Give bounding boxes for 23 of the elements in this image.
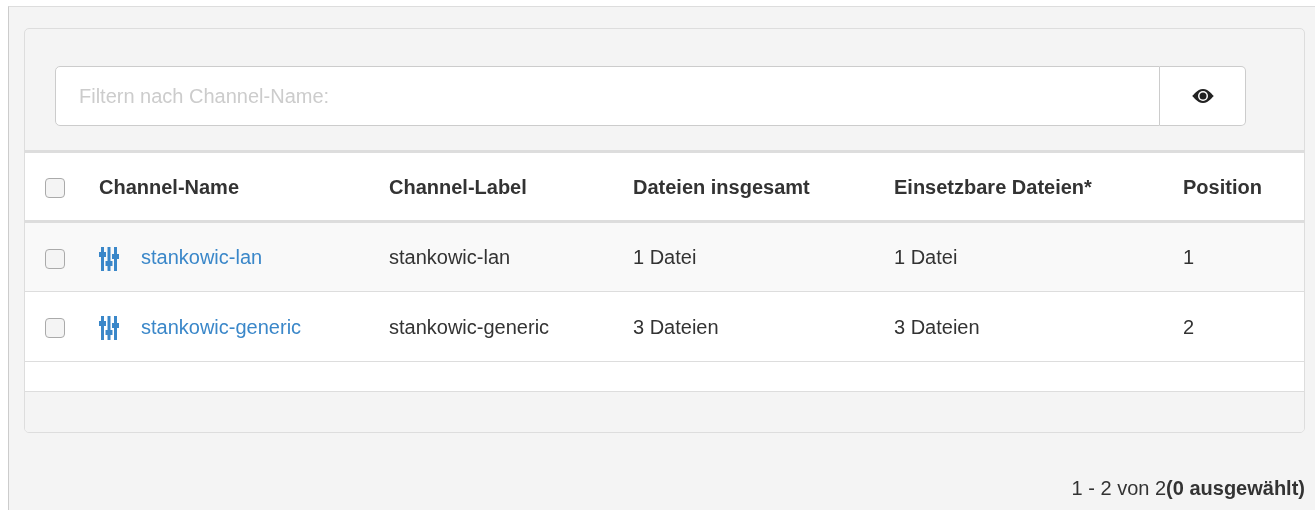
visibility-button[interactable] [1160, 66, 1246, 126]
table-cell: 2 [1183, 315, 1195, 338]
pagination-summary: 1 - 2 von 2(0 ausgewählt) [1071, 477, 1305, 499]
sliders-icon [99, 246, 119, 271]
table-cell: 3 Dateien [894, 315, 980, 338]
table-cell: 1 Datei [633, 246, 697, 268]
checkbox[interactable] [45, 318, 65, 339]
column-header: Channel-Label [389, 175, 527, 198]
table-cell: 1 [1183, 246, 1195, 268]
channel-link[interactable]: stankowic-lan [141, 246, 263, 268]
eye-icon [1190, 88, 1215, 104]
column-header: Channel-Name [99, 175, 240, 198]
checkbox[interactable] [45, 248, 65, 269]
channel-link[interactable]: stankowic-generic [141, 315, 302, 338]
column-header: Dateien insgesamt [633, 175, 810, 198]
table-cell: stankowic-generic [389, 315, 550, 338]
table-cell: 1 Datei [894, 246, 958, 268]
table-cell: stankowic-lan [389, 246, 511, 268]
table-cell: 3 Dateien [633, 315, 719, 338]
column-header: Einsetzbare Dateien* [894, 175, 1092, 198]
checkbox[interactable] [45, 178, 65, 199]
sliders-icon [99, 316, 119, 341]
column-header: Position [1183, 175, 1262, 198]
